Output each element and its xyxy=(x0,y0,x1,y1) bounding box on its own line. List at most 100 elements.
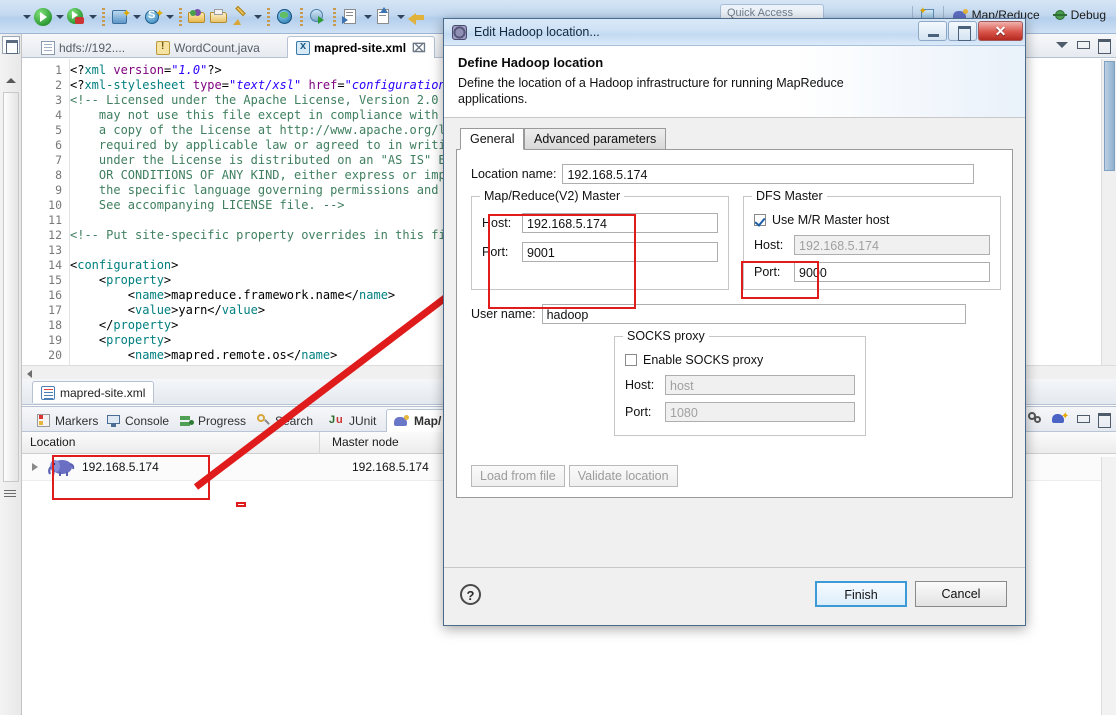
maximize-icon[interactable] xyxy=(1097,38,1111,54)
load-from-file-button[interactable]: Load from file xyxy=(471,465,565,487)
bottom-view-controls: ✦ xyxy=(1028,411,1111,428)
edit-hadoop-location-dialog: Edit Hadoop location... ✕ Define Hadoop … xyxy=(443,18,1026,626)
code-token: value xyxy=(221,303,258,317)
tab-junit[interactable]: J u JUnit xyxy=(322,409,383,432)
editor-vertical-scrollbar[interactable] xyxy=(1101,59,1116,379)
search-toolbar-icon[interactable]: S ✦ xyxy=(143,7,164,27)
import-icon[interactable] xyxy=(374,7,394,27)
perspective-button-debug[interactable]: Debug xyxy=(1049,6,1110,24)
code-token: < xyxy=(70,288,136,302)
validate-location-button[interactable]: Validate location xyxy=(568,465,678,487)
use-mr-master-host-checkbox[interactable] xyxy=(754,214,766,226)
line-number: 12 xyxy=(48,228,62,242)
help-icon[interactable]: ? xyxy=(460,584,481,605)
socks-port-label: Port: xyxy=(625,405,652,419)
column-divider[interactable] xyxy=(319,432,320,454)
editor-tab-hdfs[interactable]: hdfs://192.... xyxy=(32,36,134,58)
column-header-location[interactable]: Location xyxy=(30,435,75,449)
gears-icon[interactable] xyxy=(1028,411,1044,425)
table-vertical-scrollbar[interactable] xyxy=(1101,457,1116,715)
close-button[interactable]: ✕ xyxy=(978,21,1023,41)
mr-host-input[interactable]: 192.168.5.174 xyxy=(522,213,718,233)
dialog-subtitle: Define the location of a Hadoop infrastr… xyxy=(458,76,844,106)
mr-port-input[interactable]: 9001 xyxy=(522,242,718,262)
scroll-up-arrow-icon[interactable] xyxy=(6,78,16,83)
minimize-icon[interactable] xyxy=(1076,38,1090,51)
use-mr-master-host-row[interactable]: Use M/R Master host xyxy=(754,213,990,227)
tab-console[interactable]: Console xyxy=(100,409,176,432)
debug-icon[interactable] xyxy=(66,7,86,27)
editor-tab-label: mapred-site.xml xyxy=(314,40,407,55)
code-token: <? xyxy=(70,63,85,77)
cancel-button[interactable]: Cancel xyxy=(915,581,1007,607)
finish-button[interactable]: Finish xyxy=(815,581,907,607)
maximize-button[interactable] xyxy=(948,21,977,41)
run-dropdown-arrow-icon[interactable] xyxy=(22,7,31,27)
enable-socks-proxy-row[interactable]: Enable SOCKS proxy xyxy=(625,353,855,367)
globe-icon[interactable] xyxy=(275,7,295,27)
export-icon[interactable] xyxy=(341,7,361,27)
import-menu-arrow-icon[interactable] xyxy=(396,7,405,27)
search-menu-arrow-icon[interactable] xyxy=(165,7,174,27)
code-token: configuration xyxy=(77,258,172,272)
maximize-icon[interactable] xyxy=(1097,412,1111,428)
tab-label: Advanced parameters xyxy=(534,132,657,146)
location-name-input[interactable]: 192.168.5.174 xyxy=(562,164,975,184)
tab-progress[interactable]: Progress xyxy=(173,409,253,432)
export-menu-arrow-icon[interactable] xyxy=(363,7,372,27)
dialog-title-bar[interactable]: Edit Hadoop location... ✕ xyxy=(444,19,1025,46)
line-number: 20 xyxy=(48,348,62,362)
rail-grip-handle[interactable] xyxy=(4,490,16,499)
scrollbar-thumb[interactable] xyxy=(1104,61,1115,171)
tab-advanced-parameters[interactable]: Advanced parameters xyxy=(524,128,667,150)
tab-search[interactable]: Search xyxy=(250,409,320,432)
toolbar-run-group: ✦ S ✦ xyxy=(22,5,427,29)
minimize-button[interactable] xyxy=(918,21,947,41)
close-folder-icon[interactable] xyxy=(209,7,229,27)
new-wizard-icon[interactable]: ✦ xyxy=(110,7,131,27)
restore-view-button[interactable] xyxy=(2,36,20,54)
line-number: 4 xyxy=(55,108,62,122)
tab-mapreduce-locations[interactable]: Map/ xyxy=(386,409,450,432)
edit-menu-arrow-icon[interactable] xyxy=(253,7,262,27)
editor-tab-wordcount[interactable]: WordCount.java xyxy=(147,36,269,58)
new-hadoop-location-icon[interactable]: ✦ xyxy=(1052,411,1069,425)
back-arrow-icon[interactable] xyxy=(407,7,427,27)
user-name-row: User name: hadoop xyxy=(471,304,998,324)
run-menu-arrow-icon[interactable] xyxy=(55,7,64,27)
cell-location: 192.168.5.174 xyxy=(82,460,159,474)
line-number: 1 xyxy=(55,63,62,77)
column-header-master-node[interactable]: Master node xyxy=(332,435,399,449)
close-icon[interactable]: ⌧ xyxy=(412,41,426,55)
mapreduce-master-title: Map/Reduce(V2) Master xyxy=(480,189,625,203)
mapreduce-locations-icon xyxy=(394,414,410,428)
dfs-port-input[interactable]: 9000 xyxy=(794,262,990,282)
edit-pencil-icon[interactable] xyxy=(231,5,251,27)
expand-arrow-icon[interactable] xyxy=(32,463,38,471)
debug-menu-arrow-icon[interactable] xyxy=(88,7,97,27)
user-name-input[interactable]: hadoop xyxy=(541,304,966,324)
code-token: > xyxy=(171,318,179,332)
master-groups-row: Map/Reduce(V2) Master Host: 192.168.5.17… xyxy=(471,189,1001,290)
code-token: > xyxy=(171,258,179,272)
open-folder-icon[interactable] xyxy=(187,7,207,27)
elephant-icon xyxy=(48,458,76,477)
run-icon[interactable] xyxy=(33,7,53,27)
run-external-icon[interactable] xyxy=(308,7,328,27)
chevron-down-icon[interactable] xyxy=(1055,38,1068,51)
tab-label: Map/ xyxy=(414,414,442,428)
new-menu-arrow-icon[interactable] xyxy=(132,7,141,27)
code-token: name xyxy=(135,348,164,362)
line-number: 15 xyxy=(48,273,62,287)
rail-scrollbar[interactable] xyxy=(3,92,19,482)
editor-tab-mapred-site[interactable]: mapred-site.xml ⌧ xyxy=(287,36,435,58)
tab-general[interactable]: General xyxy=(460,128,525,150)
form-tab-mapred-site[interactable]: mapred-site.xml xyxy=(32,381,155,403)
toolbar-separator xyxy=(300,8,303,26)
tab-markers[interactable]: Markers xyxy=(30,409,105,432)
toolbar-separator xyxy=(102,8,105,26)
minimize-icon[interactable] xyxy=(1076,412,1090,425)
enable-socks-proxy-checkbox[interactable] xyxy=(625,354,637,366)
line-number: 7 xyxy=(55,153,62,167)
line-number: 13 xyxy=(48,243,62,257)
